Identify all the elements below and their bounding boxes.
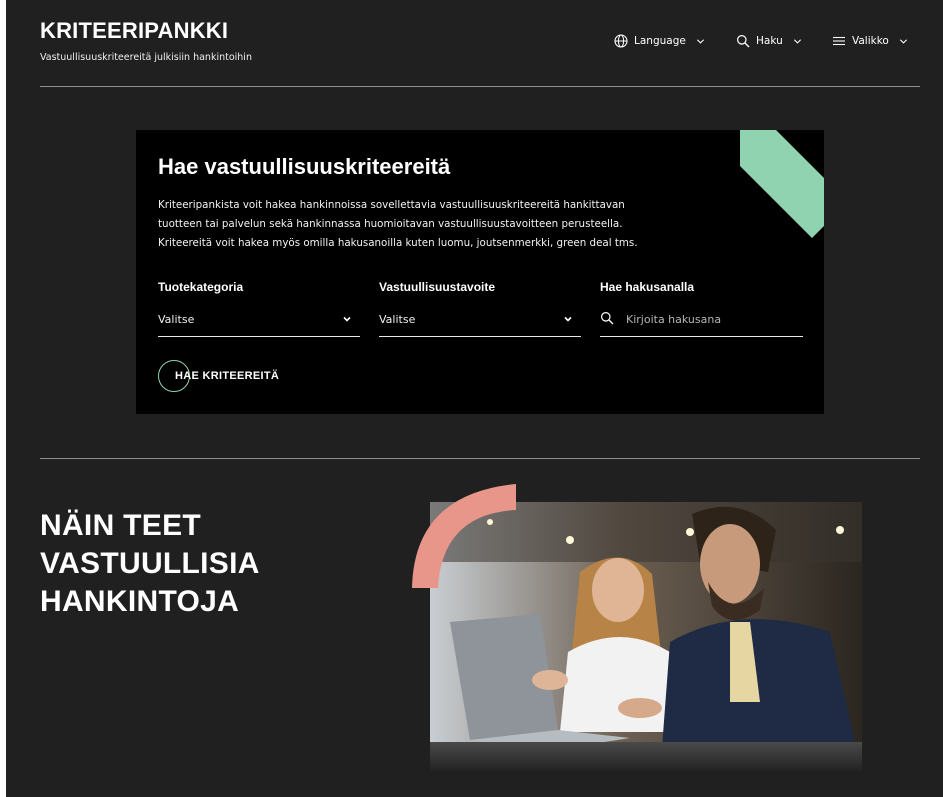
chevron-down-icon xyxy=(343,316,351,322)
intro-line: Kriteereitä voit hakea myös omilla hakus… xyxy=(158,237,638,249)
category-select[interactable]: Valitse xyxy=(158,306,360,337)
main-menu[interactable]: Valikko xyxy=(832,34,908,48)
search-menu[interactable]: Haku xyxy=(736,34,802,48)
search-criteria-button-label: HAE KRITEEREITÄ xyxy=(175,370,280,382)
hero-heading: NÄIN TEET VASTUULLISIA HANKINTOJA xyxy=(40,507,260,621)
hero-heading-line: HANKINTOJA xyxy=(40,585,240,618)
criteria-search-panel: Hae vastuullisuuskriteereitä Kriteeripan… xyxy=(136,130,824,414)
globe-icon xyxy=(614,34,628,48)
keyword-placeholder: Kirjoita hakusana xyxy=(626,313,722,326)
goal-select[interactable]: Valitse xyxy=(379,306,581,337)
hero-heading-line: VASTUULLISIA xyxy=(40,547,260,580)
keyword-input[interactable]: Kirjoita hakusana xyxy=(600,306,803,337)
site-title[interactable]: KRITEERIPANKKI xyxy=(40,18,228,44)
search-criteria-button[interactable]: HAE KRITEEREITÄ xyxy=(158,360,318,396)
goal-value: Valitse xyxy=(379,313,416,326)
chevron-down-icon xyxy=(564,316,572,322)
panel-title: Hae vastuullisuuskriteereitä xyxy=(158,154,451,179)
page: KRITEERIPANKKI Vastuullisuuskriteereitä … xyxy=(6,0,943,797)
intro-line: Kriteeripankista voit hakea hankinnoissa… xyxy=(158,199,625,211)
keyword-label: Hae hakusanalla xyxy=(600,280,695,294)
category-value: Valitse xyxy=(158,313,195,326)
menu-label: Valikko xyxy=(852,35,889,47)
panel-intro: Kriteeripankista voit hakea hankinnoissa… xyxy=(158,196,678,253)
intro-line: tuotteen tai palvelun sekä hankinnassa h… xyxy=(158,218,623,230)
language-label: Language xyxy=(634,35,686,47)
category-label: Tuotekategoria xyxy=(158,280,244,294)
search-icon xyxy=(601,312,614,325)
goal-label: Vastuullisuustavoite xyxy=(379,280,496,294)
hero-heading-line: NÄIN TEET xyxy=(40,509,202,542)
site-subtitle: Vastuullisuuskriteereitä julkisiin hanki… xyxy=(40,52,252,63)
language-menu[interactable]: Language xyxy=(614,34,705,48)
header-divider xyxy=(40,86,920,87)
search-label: Haku xyxy=(756,35,783,47)
search-icon xyxy=(737,35,750,48)
chevron-down-icon xyxy=(696,38,704,44)
chevron-down-icon xyxy=(899,38,907,44)
section-divider xyxy=(40,458,920,459)
hero-photo xyxy=(430,502,862,774)
chevron-down-icon xyxy=(793,38,801,44)
hamburger-icon xyxy=(833,36,845,46)
